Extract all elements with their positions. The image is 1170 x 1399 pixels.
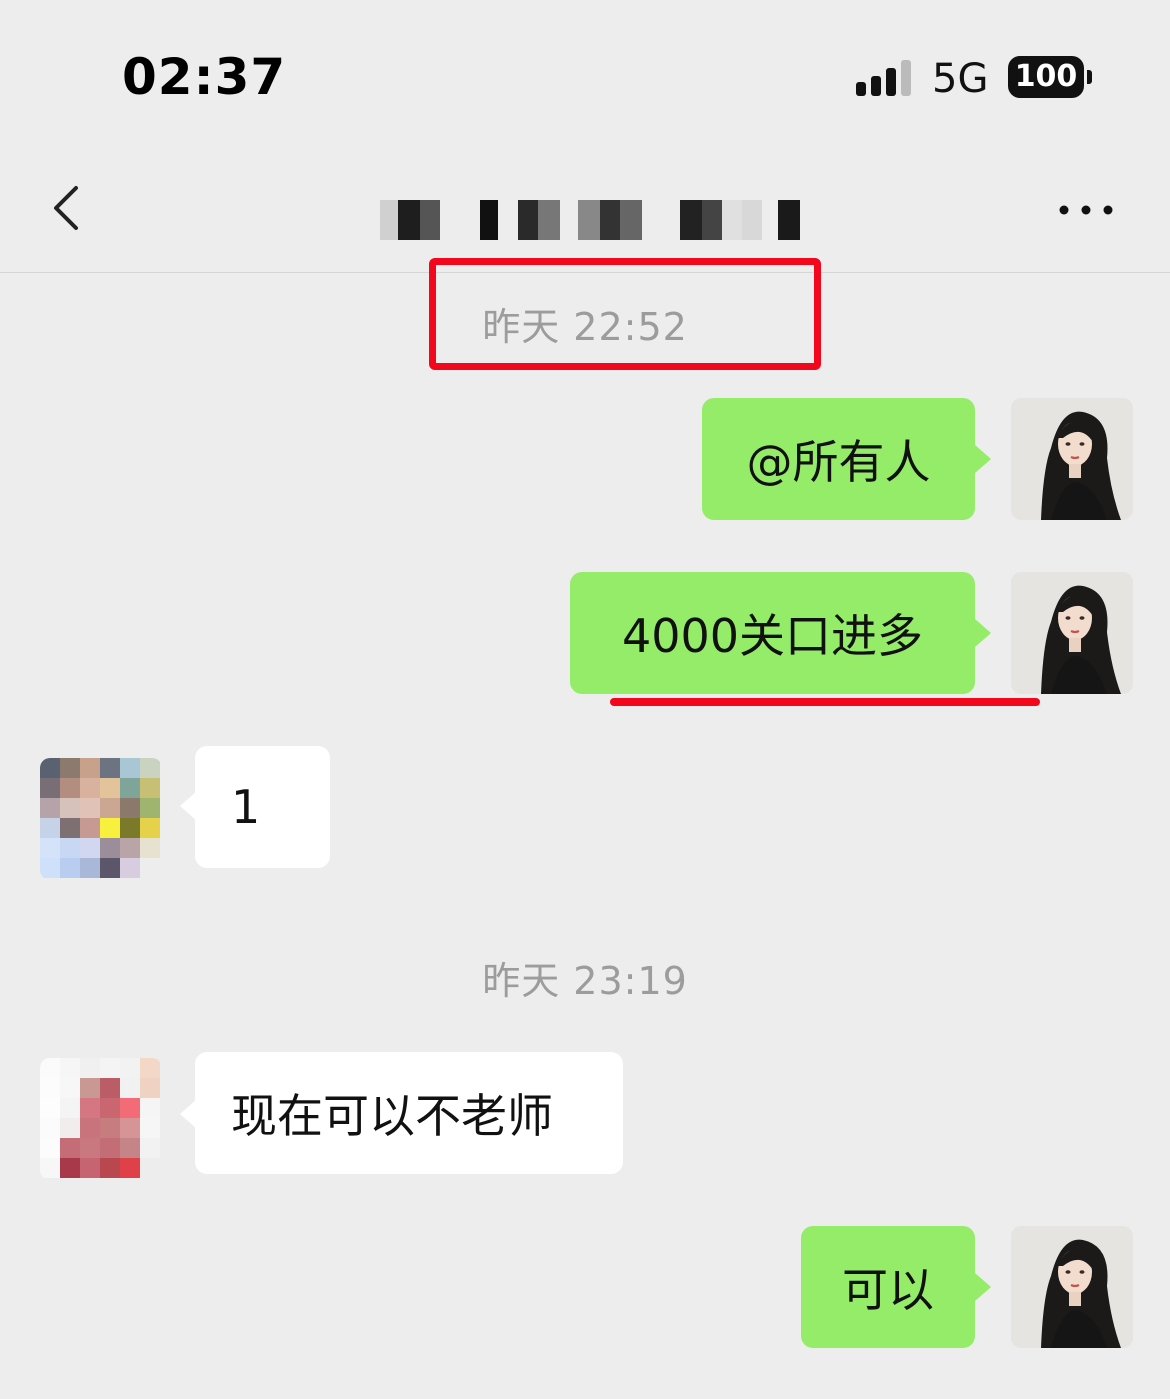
sender-avatar-redacted[interactable] [40, 758, 162, 880]
message-text: 现在可以不老师 [231, 1089, 553, 1143]
status-bar: 02:37 5G 100 [0, 0, 1170, 150]
battery-icon: 100 [1008, 56, 1084, 98]
signal-icon [856, 58, 916, 96]
sent-message-bubble[interactable]: 可以 [801, 1226, 975, 1348]
chat-header [0, 150, 1170, 273]
annotation-highlight-box [429, 258, 821, 370]
message-text: @所有人 [746, 435, 931, 489]
annotation-underline [610, 698, 1040, 706]
received-message-bubble[interactable]: 1 [195, 746, 330, 868]
chat-title-redacted [380, 200, 820, 240]
message-timestamp: 昨天 23:19 [482, 959, 688, 1003]
message-text: 4000关口进多 [621, 609, 924, 663]
avatar-mosaic [40, 758, 160, 878]
sent-message-bubble[interactable]: @所有人 [702, 398, 975, 520]
bubble-tail [975, 445, 991, 473]
message-text: 可以 [842, 1263, 934, 1317]
avatar-mosaic [40, 1058, 160, 1178]
sent-message-bubble[interactable]: 4000关口进多 [570, 572, 975, 694]
battery-tip [1087, 70, 1092, 84]
my-avatar[interactable] [1011, 398, 1133, 520]
back-chevron-icon[interactable] [48, 180, 98, 240]
bubble-tail [180, 792, 196, 820]
my-avatar[interactable] [1011, 572, 1133, 694]
sender-avatar-redacted[interactable] [40, 1058, 162, 1180]
more-dots-icon[interactable] [1058, 202, 1114, 218]
received-message-bubble[interactable]: 现在可以不老师 [195, 1052, 623, 1174]
bubble-tail [975, 619, 991, 647]
bubble-tail [975, 1273, 991, 1301]
my-avatar[interactable] [1011, 1226, 1133, 1348]
status-time: 02:37 [122, 48, 287, 106]
network-label: 5G [932, 56, 989, 102]
message-text: 1 [231, 780, 261, 834]
bubble-tail [180, 1100, 196, 1128]
